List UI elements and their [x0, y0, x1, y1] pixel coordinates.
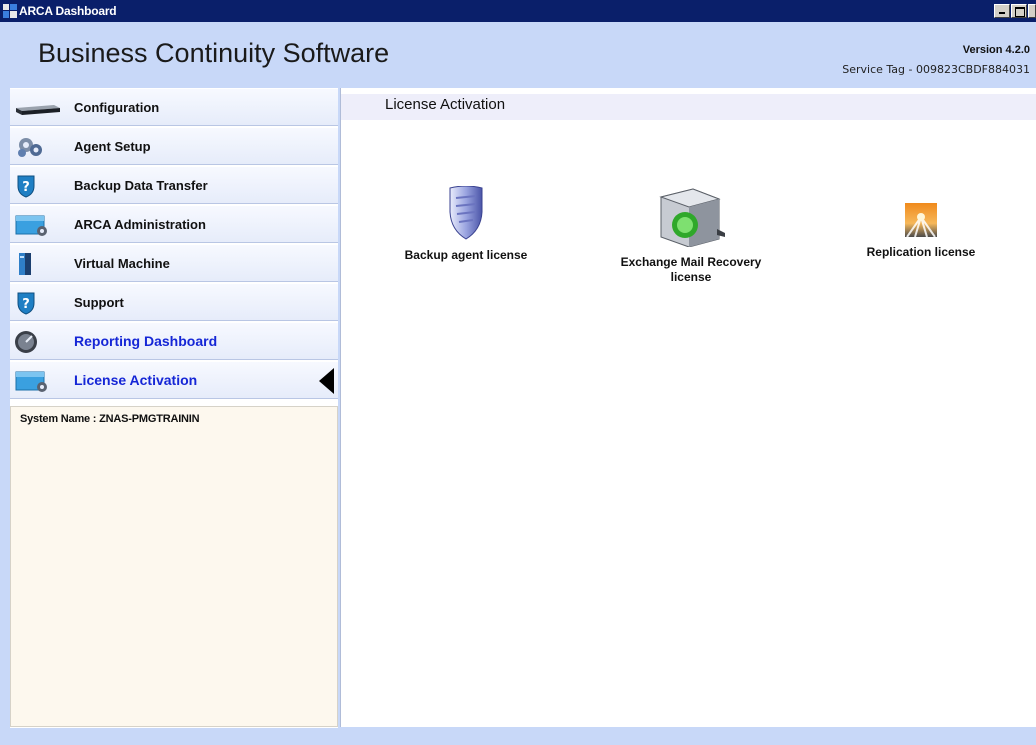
tower-icon [19, 253, 31, 275]
system-info-panel: System Name : ZNAS-PMGTRAININ [10, 406, 338, 727]
status-bar [0, 728, 1036, 745]
sidebar-item-reporting-dashboard[interactable]: Reporting Dashboard [10, 322, 338, 360]
active-indicator-icon [319, 368, 334, 394]
system-name: System Name : ZNAS-PMGTRAININ [20, 413, 200, 425]
sidebar-item-arca-administration[interactable]: ARCA Administration [10, 205, 338, 243]
sidebar-item-support[interactable]: ? Support [10, 283, 338, 321]
sidebar-item-label: Agent Setup [74, 139, 151, 154]
shield-question-icon: ? [17, 292, 35, 315]
replication-license[interactable]: Replication license [841, 203, 1001, 260]
gear-cluster-icon [18, 138, 42, 157]
sidebar-item-label: Reporting Dashboard [74, 333, 218, 349]
license-label: Backup agent license [404, 248, 528, 262]
window-titlebar: ARCA Dashboard [0, 0, 1036, 22]
svg-text:?: ? [22, 180, 30, 195]
svg-text:?: ? [22, 297, 30, 312]
sidebar-item-label: License Activation [74, 372, 198, 388]
license-label: Replication license [866, 245, 976, 259]
sidebar-item-label: Virtual Machine [74, 256, 170, 271]
license-label: Exchange Mail Recovery license [620, 255, 762, 284]
sidebar-item-license-activation[interactable]: License Activation [10, 361, 338, 399]
maximize-button[interactable] [1011, 4, 1027, 18]
brand-title: Business Continuity Software [38, 38, 390, 68]
page-title: License Activation [385, 96, 506, 113]
main-content: License Activation Backup agent license [340, 88, 1036, 727]
sidebar-item-configuration[interactable]: Configuration [10, 88, 338, 126]
version-label: Version 4.2.0 [962, 44, 1030, 56]
sidebar-item-virtual-machine[interactable]: Virtual Machine [10, 244, 338, 282]
window-controls [994, 4, 1036, 18]
shield-icon [449, 186, 483, 240]
close-button[interactable] [1028, 4, 1036, 18]
window-title: ARCA Dashboard [19, 4, 117, 18]
admin-folder-icon [15, 215, 47, 236]
minimize-button[interactable] [994, 4, 1010, 18]
sidebar-item-label: Configuration [74, 100, 160, 115]
service-tag: Service Tag - 009823CBDF884031 [842, 63, 1030, 76]
replication-icon [905, 203, 937, 237]
admin-folder-icon [15, 371, 47, 392]
shield-question-icon: ? [17, 175, 35, 198]
exchange-mail-recovery-license[interactable]: Exchange Mail Recovery license [601, 187, 781, 285]
sidebar-item-agent-setup[interactable]: Agent Setup [10, 127, 338, 165]
backup-agent-license[interactable]: Backup agent license [381, 186, 551, 263]
server-icon [16, 105, 60, 115]
sidebar-item-backup-data-transfer[interactable]: ? Backup Data Transfer [10, 166, 338, 204]
sidebar-item-label: Support [74, 295, 124, 310]
sidebar-item-label: Backup Data Transfer [74, 178, 208, 193]
mail-server-icon [659, 188, 725, 247]
app-header: Business Continuity Software Version 4.2… [10, 22, 1036, 88]
gauge-icon [15, 331, 37, 353]
app-icon [3, 4, 17, 18]
sidebar-item-label: ARCA Administration [74, 217, 206, 232]
